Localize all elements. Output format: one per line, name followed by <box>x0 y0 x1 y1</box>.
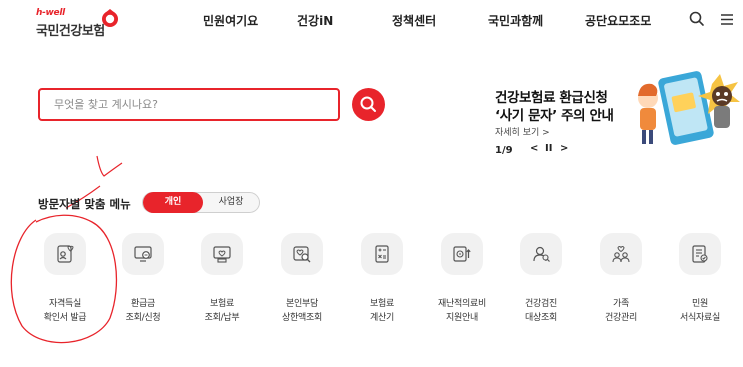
service-label-line2: 조회/신청 <box>125 313 161 323</box>
banner-pause-button[interactable]: II <box>545 143 552 154</box>
health-checkup-icon <box>533 246 550 262</box>
banner-more-link[interactable]: 자세히 보기 > <box>495 125 550 138</box>
toggle-business[interactable]: 사업장 <box>203 193 259 212</box>
family-care-icon <box>612 246 630 263</box>
banner-page-indicator: 1/9 <box>495 145 513 156</box>
service-tile <box>361 233 403 275</box>
service-label-line1: 보험료 <box>370 299 394 309</box>
service-tile <box>281 233 323 275</box>
service-tile <box>600 233 642 275</box>
calculator-icon <box>375 245 389 263</box>
service-label-line1: 환급금 <box>131 299 155 309</box>
search-icon[interactable] <box>688 10 706 28</box>
logo-mark-icon <box>102 9 118 27</box>
search-input[interactable] <box>40 90 338 119</box>
forms-library-icon <box>692 245 708 263</box>
banner-next-button[interactable]: > <box>560 143 568 154</box>
service-label-line2: 확인서 발급 <box>43 313 87 323</box>
logo[interactable]: h-well 국민건강보험 <box>36 8 136 40</box>
hamburger-menu-icon[interactable] <box>718 10 736 28</box>
service-label-line1: 가족 <box>613 299 629 309</box>
service-tile <box>679 233 721 275</box>
refund-icon <box>134 246 152 262</box>
service-label-line2: 조회/납부 <box>204 313 240 323</box>
medical-aid-icon <box>453 246 471 262</box>
nav-item-about[interactable]: 공단요모조모 <box>585 12 651 29</box>
nav-item-policy-center[interactable]: 정책센터 <box>392 12 436 29</box>
service-label-line1: 재난적의료비 <box>438 299 486 309</box>
service-tile <box>122 233 164 275</box>
premium-payment-icon <box>213 246 231 263</box>
banner-title-line1[interactable]: 건강보험료 환급신청 <box>495 86 608 106</box>
service-label-line1: 보험료 <box>210 299 234 309</box>
logo-subtitle: h-well <box>36 8 65 18</box>
search-box <box>38 88 340 121</box>
visitor-type-toggle: 개인 사업장 <box>142 192 260 213</box>
service-label-line2: 건강관리 <box>605 313 637 323</box>
search-icon <box>360 96 376 112</box>
service-tile <box>441 233 483 275</box>
service-label-line2: 서식자료실 <box>680 313 720 323</box>
banner-prev-button[interactable]: < <box>530 143 538 154</box>
logo-title: 국민건강보험 <box>36 24 105 39</box>
copay-ceiling-icon <box>293 246 311 263</box>
service-label-line2: 계산기 <box>370 313 394 323</box>
toggle-personal[interactable]: 개인 <box>143 192 203 213</box>
service-label-line1: 건강검진 <box>525 299 557 309</box>
banner-title-line2[interactable]: ‘사기 문자’ 주의 안내 <box>495 104 614 124</box>
nav-item-health-in[interactable]: 건강iN <box>297 12 333 29</box>
certificate-icon <box>57 245 74 263</box>
service-label-line1: 민원 <box>692 299 708 309</box>
nav-item-civil-service[interactable]: 민원여기요 <box>203 12 258 29</box>
search-button[interactable] <box>352 88 385 121</box>
service-tile <box>44 233 86 275</box>
service-tile <box>201 233 243 275</box>
service-label-line1: 자격득실 <box>49 299 81 309</box>
nav-item-together[interactable]: 국민과함께 <box>488 12 543 29</box>
service-label-line2: 지원안내 <box>446 313 478 323</box>
banner-illustration <box>638 71 740 145</box>
menu-title: 방문자별 맞춤 메뉴 <box>38 197 131 211</box>
service-label-line2: 대상조회 <box>525 313 557 323</box>
service-label-line1: 본인부담 <box>286 299 318 309</box>
service-label-line2: 상한액조회 <box>282 313 322 323</box>
service-tile <box>520 233 562 275</box>
